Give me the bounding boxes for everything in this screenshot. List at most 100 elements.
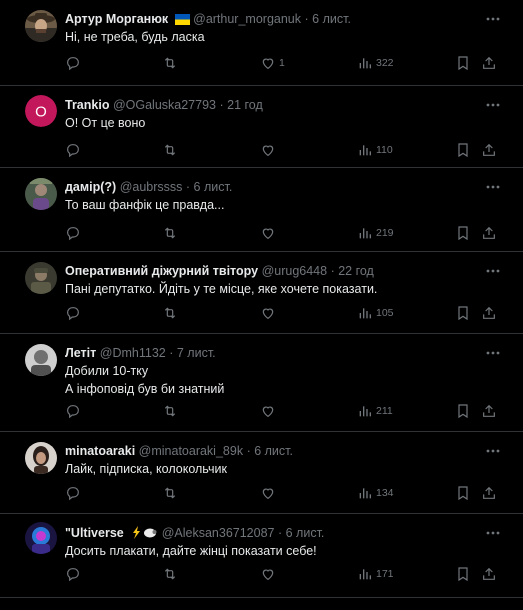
share-button[interactable] [481, 304, 497, 322]
bookmark-button[interactable] [455, 141, 471, 159]
timestamp[interactable]: 7 лист. [177, 346, 216, 360]
handle[interactable]: @minatoaraki_89k [139, 444, 243, 458]
timestamp[interactable]: 6 лист. [286, 526, 325, 540]
avatar[interactable] [25, 522, 57, 554]
reply-button[interactable] [65, 224, 81, 242]
like-icon [262, 569, 274, 581]
handle[interactable]: @OGaluska27793 [113, 98, 216, 112]
reply-button[interactable] [65, 484, 81, 502]
like-button[interactable]: 1 [260, 54, 285, 72]
timestamp[interactable]: 22 год [338, 264, 374, 278]
views-button[interactable]: 322 [357, 54, 394, 72]
views-icon [359, 406, 371, 417]
display-name[interactable]: Артур Морганюк [65, 12, 168, 26]
bookmark-button[interactable] [455, 54, 471, 72]
display-name[interactable]: дамір(?) [65, 180, 116, 194]
like-button[interactable] [260, 565, 279, 583]
tweet[interactable]: Оперативний діжурний твітору @urug6448 ·… [0, 252, 523, 334]
views-button[interactable]: 110 [357, 141, 393, 159]
like-button[interactable] [260, 304, 279, 322]
like-button[interactable] [260, 141, 279, 159]
handle[interactable]: @Dmh1132 [100, 346, 166, 360]
tweet-header: Летіт @Dmh1132 · 7 лист. [65, 345, 478, 362]
share-icon [483, 226, 495, 239]
reply-button[interactable] [65, 54, 81, 72]
handle[interactable]: @Aleksan36712087 [162, 526, 275, 540]
tweet-header: Trankio @OGaluska27793 · 21 год [65, 97, 478, 114]
reply-button[interactable] [65, 402, 81, 420]
timestamp[interactable]: 21 год [227, 98, 263, 112]
tweet-text-line: То ваш фанфік це правда... [65, 198, 225, 212]
tweet-text-line: Ні, не треба, будь ласка [65, 30, 205, 44]
views-button[interactable]: 219 [357, 224, 394, 242]
share-icon [483, 567, 495, 580]
like-button[interactable] [260, 484, 279, 502]
more-icon[interactable] [485, 180, 501, 194]
share-button[interactable] [481, 224, 497, 242]
handle[interactable]: @urug6448 [262, 264, 328, 278]
reply-button[interactable] [65, 304, 81, 322]
tweet[interactable]: Летіт @Dmh1132 · 7 лист. Добили 10-тку А… [0, 334, 523, 432]
share-button[interactable] [481, 402, 497, 420]
tweet-header: Оперативний діжурний твітору @urug6448 ·… [65, 263, 478, 280]
reply-button[interactable] [65, 565, 81, 583]
like-button[interactable] [260, 402, 279, 420]
display-name[interactable]: Летіт [65, 346, 96, 360]
avatar[interactable] [25, 262, 57, 294]
tweet[interactable]: "Ultiverse @Aleksan36712087 · 6 лист. До… [0, 514, 523, 598]
avatar[interactable] [25, 178, 57, 210]
more-icon[interactable] [485, 264, 501, 278]
avatar[interactable] [25, 442, 57, 474]
bookmark-button[interactable] [455, 484, 471, 502]
timestamp[interactable]: 6 лист. [194, 180, 233, 194]
tweet[interactable]: Артур Морганюк @arthur_morganuk · 6 лист… [0, 0, 523, 86]
share-button[interactable] [481, 565, 497, 583]
display-name[interactable]: Trankio [65, 98, 109, 112]
views-button[interactable]: 171 [357, 565, 394, 583]
reply-button[interactable] [65, 141, 81, 159]
timestamp[interactable]: 6 лист. [254, 444, 293, 458]
tweet[interactable]: O Trankio @OGaluska27793 · 21 год О! От … [0, 86, 523, 168]
views-button[interactable]: 211 [357, 402, 393, 420]
avatar[interactable] [25, 10, 57, 42]
action-bar: 1 322 [0, 54, 523, 74]
avatar[interactable] [25, 344, 57, 376]
timestamp[interactable]: 6 лист. [312, 12, 351, 26]
more-icon[interactable] [485, 444, 501, 458]
more-icon[interactable] [485, 346, 501, 360]
retweet-button[interactable] [162, 224, 178, 242]
separator: · [304, 12, 309, 26]
tweet[interactable]: дамір(?) @aubrssss · 6 лист. То ваш фанф… [0, 168, 523, 252]
display-name[interactable]: minatoaraki [65, 444, 135, 458]
bookmark-button[interactable] [455, 565, 471, 583]
retweet-button[interactable] [162, 304, 178, 322]
display-name[interactable]: "Ultiverse [65, 526, 124, 540]
share-icon [483, 56, 495, 69]
retweet-icon [164, 307, 176, 319]
tweet[interactable]: minatoaraki @minatoaraki_89k · 6 лист. Л… [0, 432, 523, 514]
bookmark-button[interactable] [455, 224, 471, 242]
handle[interactable]: @arthur_morganuk [193, 12, 301, 26]
retweet-button[interactable] [162, 141, 178, 159]
more-icon[interactable] [485, 526, 501, 540]
reply-icon [67, 227, 79, 241]
retweet-button[interactable] [162, 565, 178, 583]
action-bar: 211 [0, 402, 523, 422]
retweet-button[interactable] [162, 54, 178, 72]
share-button[interactable] [481, 54, 497, 72]
retweet-button[interactable] [162, 484, 178, 502]
more-icon[interactable] [485, 12, 501, 26]
views-button[interactable]: 105 [357, 304, 394, 322]
more-icon[interactable] [485, 98, 501, 112]
handle[interactable]: @aubrssss [120, 180, 183, 194]
views-button[interactable]: 134 [357, 484, 394, 502]
bookmark-button[interactable] [455, 402, 471, 420]
bookmark-button[interactable] [455, 304, 471, 322]
view-count: 105 [376, 307, 394, 319]
share-button[interactable] [481, 141, 497, 159]
like-button[interactable] [260, 224, 279, 242]
avatar[interactable]: O [25, 95, 57, 127]
display-name[interactable]: Оперативний діжурний твітору [65, 264, 258, 278]
retweet-button[interactable] [162, 402, 178, 420]
share-button[interactable] [481, 484, 497, 502]
